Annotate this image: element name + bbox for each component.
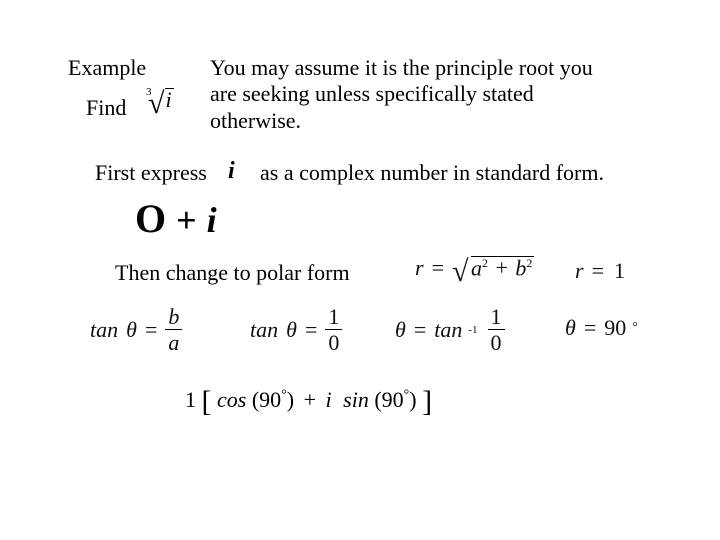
var-theta: θ	[286, 317, 297, 343]
fn-sin: sin	[343, 387, 369, 412]
op-eq: =	[592, 258, 604, 284]
i-glyph: i	[207, 200, 217, 240]
radical-index: 3	[146, 86, 152, 98]
eq-tan-definition: tan θ = b a	[90, 305, 182, 354]
eq-tan-value: tan θ = 1 0	[250, 305, 342, 354]
then-polar-label: Then change to polar form	[115, 260, 350, 286]
degree-icon: °	[632, 320, 638, 336]
left-bracket-icon: [	[202, 385, 212, 418]
eq-theta-value: θ = 90 °	[565, 315, 638, 341]
find-label: Find	[86, 95, 126, 121]
num-1: 1	[488, 305, 505, 328]
surd-icon: √	[452, 263, 468, 281]
op-eq: =	[305, 317, 317, 343]
var-a: a	[471, 255, 482, 280]
frac-b-over-a: b a	[165, 305, 182, 354]
op-plus: +	[495, 255, 507, 280]
num-1: 1	[325, 305, 342, 328]
var-theta: θ	[126, 317, 137, 343]
frac-1-over-0: 1 0	[325, 305, 342, 354]
sq-a: 2	[482, 256, 488, 270]
zero-glyph: O	[135, 196, 166, 241]
eq-theta-arctan: θ = tan -1 1 0	[395, 305, 505, 354]
frac-1-over-0: 1 0	[488, 305, 505, 354]
var-b: b	[515, 255, 526, 280]
polar-form-expression: 1 [ cos (90°) + i sin (90°) ]	[185, 385, 432, 419]
den-0: 0	[325, 331, 342, 354]
den-0: 0	[488, 331, 505, 354]
den-a: a	[165, 331, 182, 354]
var-r: r	[575, 258, 584, 284]
standard-form-0-plus-i: O + i	[135, 195, 217, 242]
val-one: 1	[614, 258, 625, 284]
var-i: i	[326, 387, 332, 412]
ang-90b: 90	[382, 387, 404, 412]
assume-note: You may assume it is the principle root …	[210, 55, 605, 134]
num-b: b	[165, 305, 182, 328]
var-theta: θ	[565, 315, 576, 341]
right-bracket-icon: ]	[422, 385, 432, 418]
plus-glyph: +	[176, 200, 197, 240]
fn-tan: tan	[90, 317, 118, 343]
example-label: Example	[68, 55, 146, 81]
fn-cos: cos	[217, 387, 246, 412]
eq-r-definition: r = √ a2 + b2	[415, 255, 534, 281]
op-plus: +	[304, 387, 316, 412]
sq-b: 2	[526, 256, 532, 270]
first-express-tail: as a complex number in standard form.	[260, 160, 604, 186]
radical-cube-root-i: 3 √ i	[148, 88, 174, 113]
var-r: r	[415, 255, 424, 281]
op-eq: =	[432, 255, 444, 281]
op-eq: =	[414, 317, 426, 343]
eq-r-value: r = 1	[575, 258, 625, 284]
radical-body: i	[165, 88, 173, 111]
first-express-lead: First express	[95, 160, 207, 186]
fn-tan: tan	[250, 317, 278, 343]
val-90: 90	[604, 315, 626, 341]
ang-90a: 90	[259, 387, 281, 412]
fn-tan: tan	[434, 317, 462, 343]
op-eq: =	[145, 317, 157, 343]
first-express-i: i	[228, 158, 235, 185]
op-eq: =	[584, 315, 596, 341]
coef-one: 1	[185, 387, 196, 412]
inverse-sup: -1	[468, 324, 477, 336]
var-theta: θ	[395, 317, 406, 343]
